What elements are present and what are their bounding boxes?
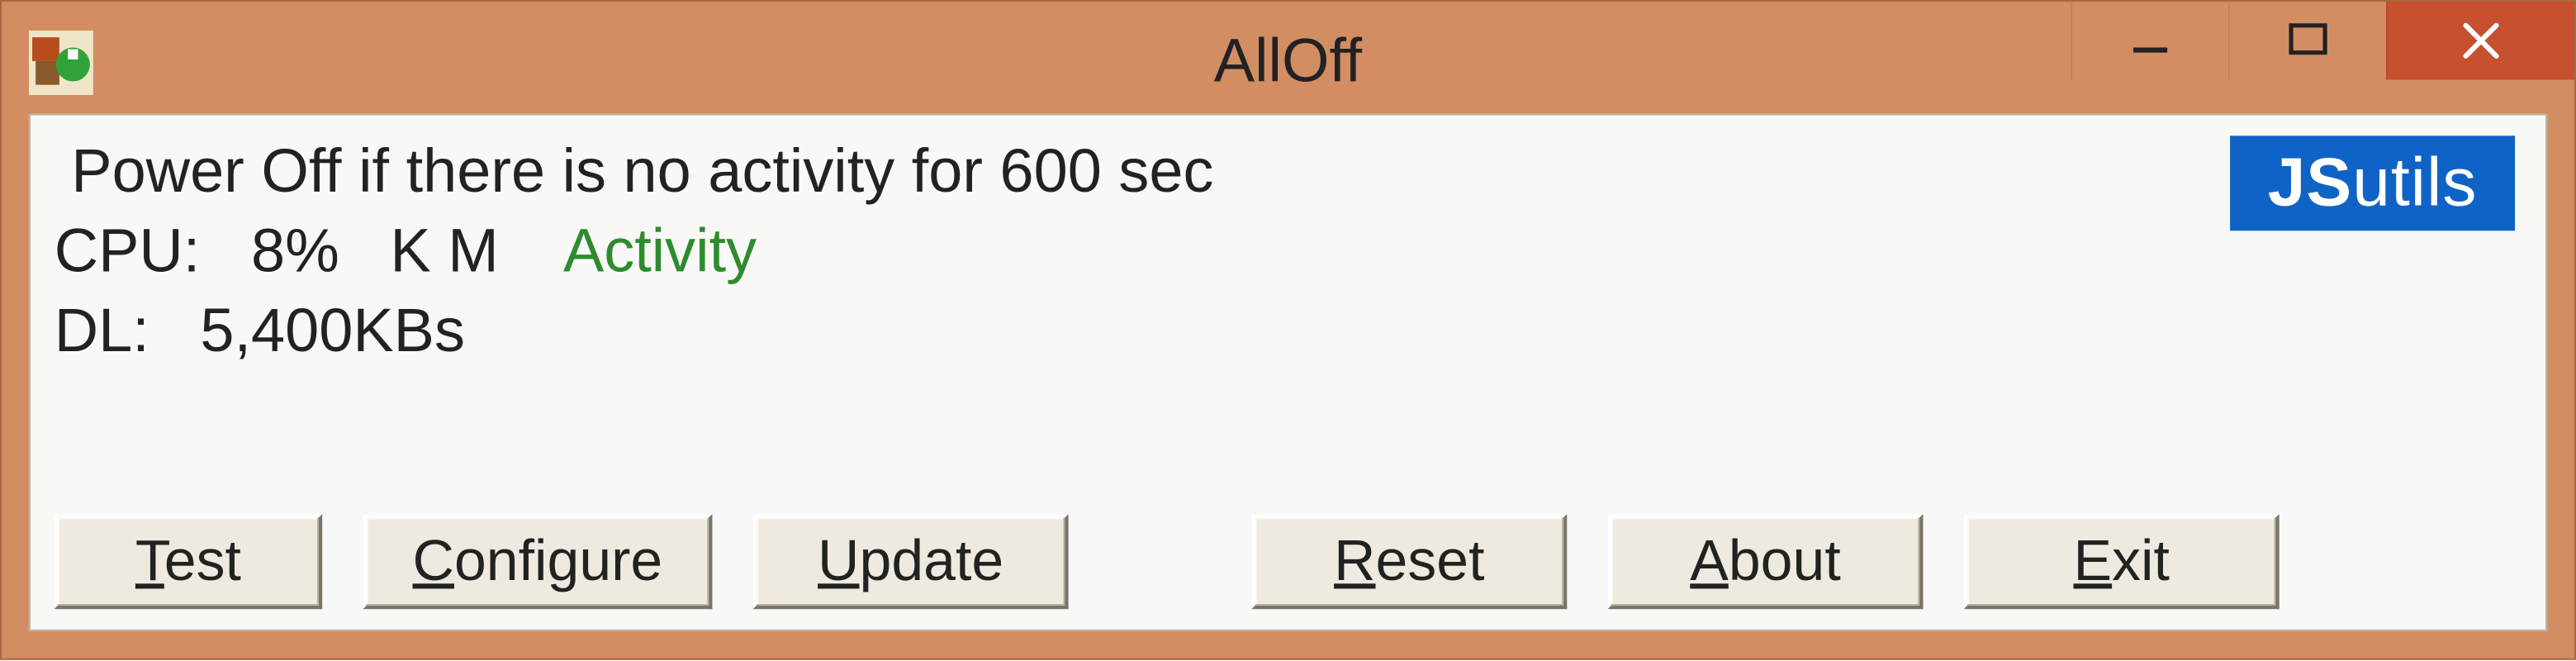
button-spacer (1109, 514, 1211, 609)
logo-light: utils (2352, 145, 2477, 221)
cpu-value: 8% (251, 215, 339, 284)
about-button[interactable]: About (1608, 514, 1924, 609)
app-window: AllOff JSutils Power Off if there is no … (0, 0, 2576, 660)
brand-logo: JSutils (2230, 136, 2515, 231)
update-button[interactable]: Update (753, 514, 1069, 609)
logo-bold: JS (2268, 145, 2353, 221)
button-row: Test Configure Update Reset About Exit (55, 514, 2522, 609)
activity-indicator: Activity (563, 215, 757, 284)
test-button[interactable]: Test (55, 514, 322, 609)
exit-button[interactable]: Exit (1964, 514, 2279, 609)
km-indicator: K M (390, 215, 498, 284)
app-icon (29, 31, 93, 95)
titlebar: AllOff (2, 2, 2574, 114)
configure-button[interactable]: Configure (363, 514, 712, 609)
minimize-button[interactable] (2071, 2, 2228, 79)
client-area: JSutils Power Off if there is no activit… (29, 114, 2547, 631)
reset-button[interactable]: Reset (1251, 514, 1567, 609)
status-message: Power Off if there is no activity for 60… (55, 132, 2522, 212)
caption-buttons (2071, 2, 2574, 79)
maximize-button[interactable] (2228, 2, 2386, 79)
dl-line: DL: 5,400KBs (55, 291, 2522, 370)
dl-value: 5,400KBs (200, 294, 465, 364)
close-button[interactable] (2386, 2, 2574, 79)
cpu-line: CPU: 8% K M Activity (55, 212, 2522, 291)
